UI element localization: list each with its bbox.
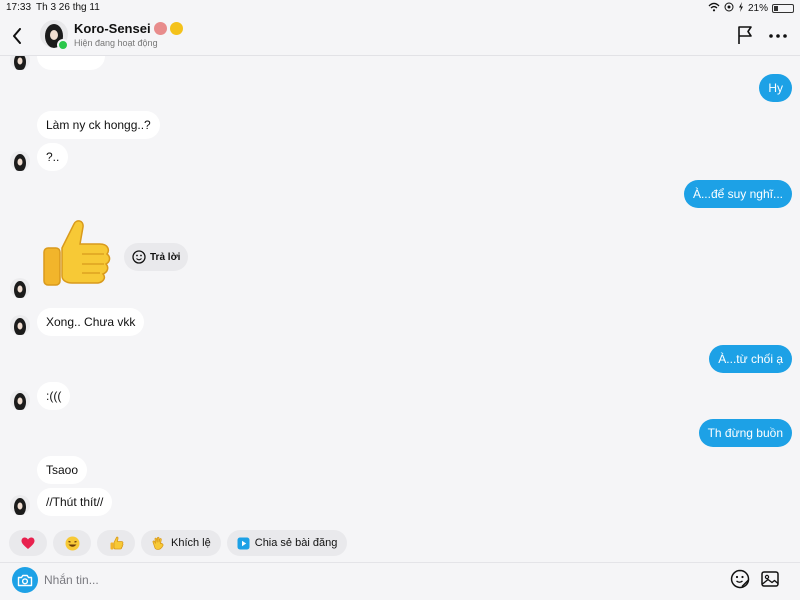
chat-header: Koro-Sensei Hiện đang hoạt động <box>0 16 800 56</box>
battery-fill <box>774 6 778 11</box>
location-icon <box>724 2 734 15</box>
online-indicator <box>57 39 69 51</box>
reply-label: Trả lời <box>150 251 181 263</box>
camera-icon <box>17 574 33 586</box>
back-icon <box>13 28 21 44</box>
avatar <box>10 390 30 410</box>
quick-reply-laugh[interactable] <box>53 530 91 556</box>
status-icons: 21% <box>708 2 794 15</box>
quick-reply-encourage[interactable]: Khích lệ <box>141 530 221 556</box>
message-bubble[interactable]: ?.. <box>37 143 69 171</box>
avatar <box>10 151 30 171</box>
avatar <box>10 56 30 70</box>
sticker-smile-icon <box>132 250 146 264</box>
quick-reply-heart[interactable] <box>9 530 47 556</box>
heart-icon <box>21 537 35 549</box>
camera-button[interactable] <box>12 567 38 593</box>
status-date: Th 3 26 thg 11 <box>36 2 100 13</box>
more-icon <box>769 34 787 38</box>
avatar <box>10 278 30 298</box>
thumbs-up-icon <box>110 536 123 549</box>
quick-reply-share-post[interactable]: Chia sẻ bài đăng <box>226 530 348 556</box>
message-bubble[interactable]: Tsaoo <box>37 456 88 484</box>
message-bubble[interactable]: //Thút thít// <box>37 488 113 516</box>
message-bubble[interactable]: Th đừng buồn <box>698 419 792 447</box>
battery-icon <box>772 4 794 13</box>
report-button[interactable] <box>736 25 756 47</box>
message-input[interactable] <box>44 569 684 591</box>
image-icon <box>761 571 779 587</box>
thumbs-up-sticker[interactable] <box>38 216 114 296</box>
quick-reply-label: Chia sẻ bài đăng <box>254 537 338 549</box>
octopus-emoji-icon <box>153 22 167 35</box>
yellow-circle-emoji-icon <box>169 22 183 35</box>
clap-hand-icon <box>152 536 164 550</box>
laughing-face-icon <box>65 536 79 550</box>
quick-reply-bar: Khích lệ Chia sẻ bài đăng <box>9 530 348 556</box>
avatar <box>10 315 30 335</box>
message-bubble[interactable]: Xong.. Chưa vkk <box>37 308 145 336</box>
sticker-icon <box>730 569 750 589</box>
status-time: 17:33 <box>6 2 32 13</box>
quick-reply-label: Khích lệ <box>171 537 211 549</box>
message-list[interactable]: Hy Làm ny ck hongg..? ?.. À...để suy ngh… <box>0 56 800 526</box>
sticker-button[interactable] <box>730 569 752 591</box>
battery-text: 21% <box>747 3 768 14</box>
back-button[interactable] <box>6 22 28 50</box>
reply-button[interactable]: Trả lời <box>124 243 189 271</box>
contact-name[interactable]: Koro-Sensei <box>74 21 183 36</box>
gallery-button[interactable] <box>760 569 782 591</box>
more-options-button[interactable] <box>768 26 788 46</box>
charging-icon <box>738 2 744 15</box>
status-bar: 17:33 Th 3 26 thg 11 21% <box>0 0 800 16</box>
flag-icon <box>738 26 752 44</box>
quick-reply-thumbs-up[interactable] <box>97 530 135 556</box>
message-bubble[interactable]: À...để suy nghĩ... <box>683 180 792 208</box>
message-bubble[interactable]: :((( <box>37 382 71 410</box>
share-post-icon <box>237 537 250 549</box>
active-status: Hiện đang hoạt động <box>74 38 158 48</box>
message-bubble[interactable]: Hy <box>759 74 792 102</box>
avatar <box>10 495 30 515</box>
composer <box>0 562 800 600</box>
wifi-icon <box>708 2 720 15</box>
message-bubble[interactable]: Làm ny ck hongg..? <box>37 111 160 139</box>
message-bubble[interactable]: À...từ chối ạ <box>709 345 792 373</box>
thumbs-up-icon <box>43 220 111 286</box>
message-bubble-partial <box>37 56 105 70</box>
